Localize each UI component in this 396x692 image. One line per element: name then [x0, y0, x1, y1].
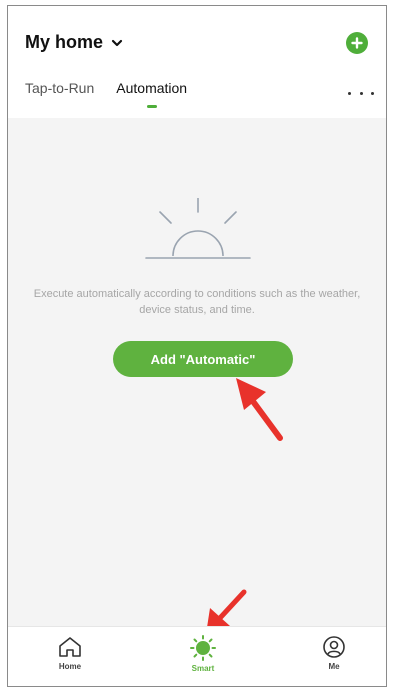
nav-label: Smart — [191, 664, 215, 673]
home-icon — [59, 637, 81, 657]
more-dot — [359, 91, 363, 95]
tab-bar: Tap-to-Run Automation — [25, 80, 187, 108]
tab-label: Automation — [116, 80, 188, 96]
plus-icon — [351, 37, 363, 49]
bottom-nav: Home Smart Me — [8, 626, 386, 686]
nav-item-smart[interactable]: Smart — [173, 635, 233, 673]
active-tab-indicator — [146, 105, 157, 108]
tab-tap-to-run[interactable]: Tap-to-Run — [25, 80, 94, 108]
header: My home Tap-to-Run Automation — [8, 6, 386, 118]
more-dot — [348, 91, 351, 95]
tab-label: Tap-to-Run — [25, 80, 95, 96]
empty-state-description: Execute automatically according to condi… — [33, 288, 361, 316]
nav-item-me[interactable]: Me — [304, 635, 364, 671]
automation-empty-state: Execute automatically according to condi… — [8, 118, 386, 634]
home-title: My home — [25, 32, 104, 52]
sunrise-icon — [145, 198, 251, 259]
more-dot — [371, 91, 374, 95]
add-button[interactable] — [346, 32, 368, 54]
tab-automation[interactable]: Automation — [116, 80, 187, 108]
nav-item-home[interactable]: Home — [40, 635, 100, 671]
chevron-down-icon — [109, 35, 125, 51]
app-screen: My home Tap-to-Run Automation Execute au… — [7, 5, 387, 687]
home-selector[interactable]: My home — [25, 32, 125, 53]
nav-label: Me — [328, 662, 340, 671]
nav-label: Home — [58, 662, 82, 671]
more-options-button[interactable] — [348, 86, 374, 100]
smart-sun-icon — [190, 635, 216, 661]
profile-icon — [323, 636, 345, 658]
annotation-arrow-icon — [236, 378, 283, 441]
